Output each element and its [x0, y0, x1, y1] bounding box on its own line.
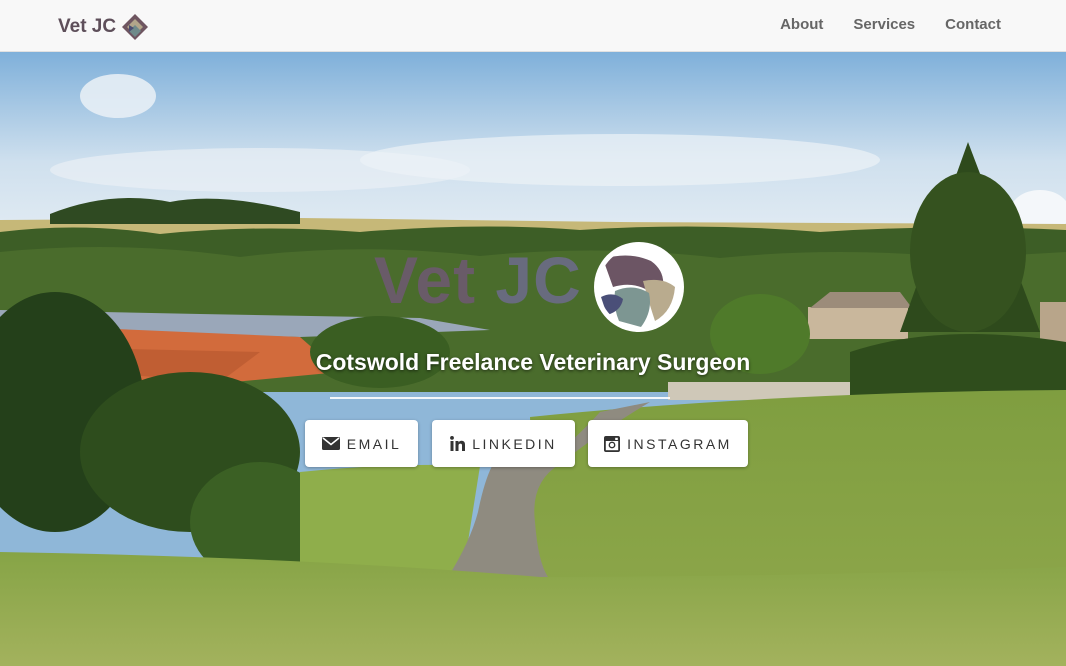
linkedin-button-label: LINKEDIN — [472, 435, 557, 452]
hero-divider — [330, 397, 670, 399]
nav-services[interactable]: Services — [853, 16, 915, 33]
instagram-button[interactable]: INSTAGRAM — [588, 420, 748, 467]
envelope-icon — [321, 437, 340, 450]
linkedin-icon — [450, 436, 466, 451]
instagram-icon — [604, 435, 621, 452]
email-button[interactable]: EMAIL — [305, 420, 418, 467]
vet-logo-icon — [594, 242, 684, 332]
hero-subtitle: Cotswold Freelance Veterinary Surgeon — [315, 349, 751, 375]
hero-title: Vet JC — [374, 242, 582, 318]
brand-link[interactable]: Vet JC — [58, 13, 149, 41]
hero-title-vet: Vet — [374, 243, 477, 317]
vet-logo-icon — [122, 14, 149, 40]
email-button-label: EMAIL — [346, 435, 402, 452]
hero-title-jc: JC — [495, 243, 582, 317]
hero-content: Vet JC Cotswold Freelance Veterinary Sur… — [0, 52, 1066, 666]
brand-name: Vet JC — [58, 16, 117, 37]
navbar: Vet JC About Services Contact — [0, 0, 1066, 52]
nav-contact[interactable]: Contact — [945, 16, 1001, 33]
instagram-button-label: INSTAGRAM — [627, 435, 732, 452]
linkedin-button[interactable]: LINKEDIN — [432, 420, 575, 467]
hero-section: Vet JC Cotswold Freelance Veterinary Sur… — [0, 52, 1066, 666]
nav-links: About Services Contact — [750, 16, 1001, 33]
nav-about[interactable]: About — [780, 16, 823, 33]
